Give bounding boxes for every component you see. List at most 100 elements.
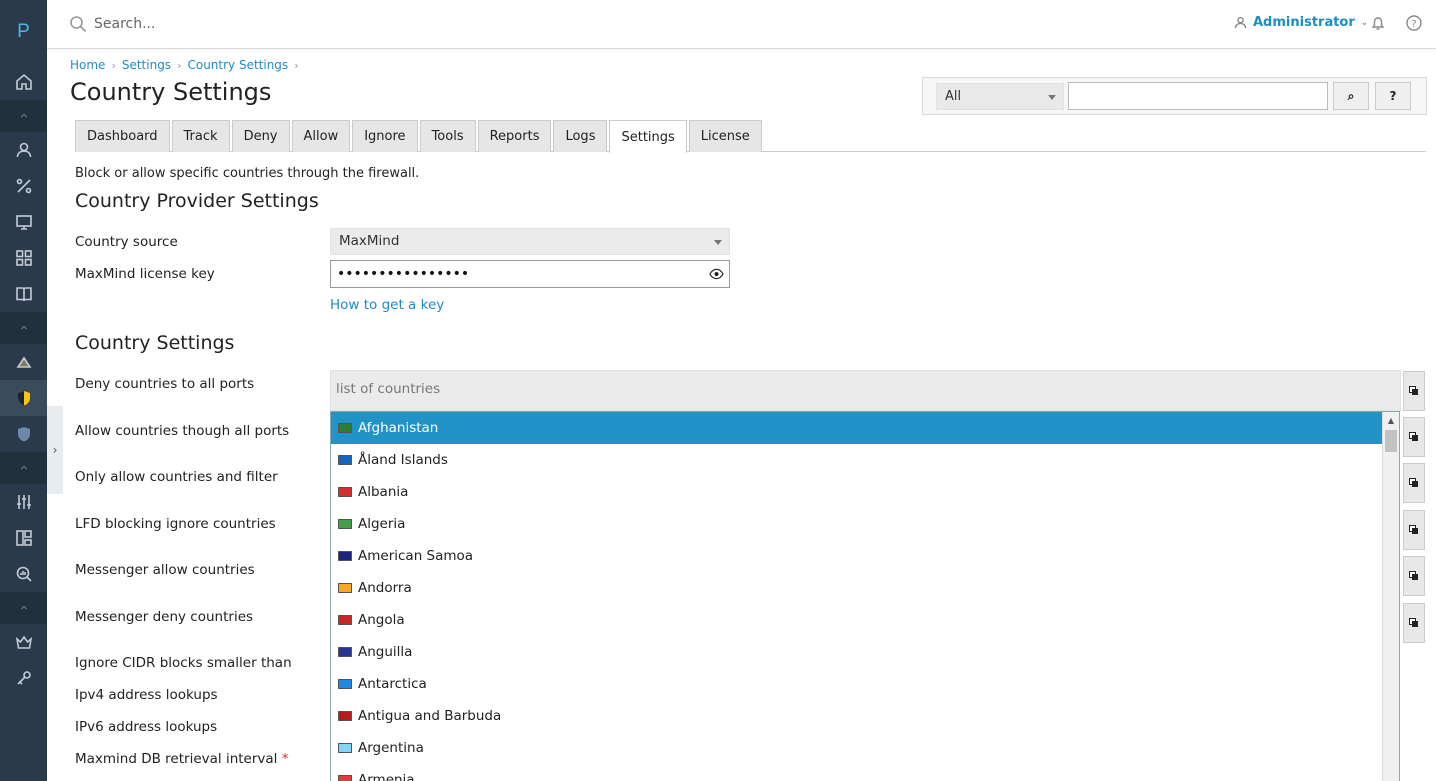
provider-heading: Country Provider Settings: [75, 190, 319, 212]
country-source-select[interactable]: MaxMind: [330, 228, 730, 255]
tab-settings[interactable]: Settings: [609, 120, 687, 153]
dropdown-scrollbar[interactable]: ▲: [1382, 412, 1399, 781]
country-option[interactable]: Anguilla: [331, 636, 1384, 668]
chevron-right-icon: ›: [111, 58, 116, 72]
chevron-down-icon: ⌄: [1360, 17, 1369, 28]
tab-license[interactable]: License: [688, 120, 762, 152]
shield-icon[interactable]: [0, 380, 47, 416]
copy-button[interactable]: [1403, 417, 1425, 457]
country-option[interactable]: Antigua and Barbuda: [331, 700, 1384, 732]
chevron-up-icon[interactable]: [0, 592, 47, 624]
country-option[interactable]: Afghanistan: [331, 412, 1384, 444]
grid-icon[interactable]: [0, 240, 47, 276]
blocks-icon[interactable]: [0, 520, 47, 556]
country-option-label: Anguilla: [358, 644, 413, 660]
country-option-label: Andorra: [358, 580, 412, 596]
flag-icon: [338, 455, 352, 465]
sliders-icon[interactable]: [0, 484, 47, 520]
country-option[interactable]: Argentina: [331, 732, 1384, 764]
tab-allow[interactable]: Allow: [291, 120, 351, 152]
monitor-icon[interactable]: [0, 204, 47, 240]
copy-button[interactable]: [1403, 603, 1425, 643]
notifications-icon[interactable]: [1369, 14, 1387, 32]
country-option[interactable]: Åland Islands: [331, 444, 1384, 476]
plugin-icon[interactable]: [0, 344, 47, 380]
tab-tools[interactable]: Tools: [419, 120, 476, 152]
copy-button[interactable]: [1403, 510, 1425, 550]
breadcrumb-settings[interactable]: Settings: [122, 58, 171, 72]
flag-icon: [338, 711, 352, 721]
country-option-label: Algeria: [358, 516, 406, 532]
chevron-up-icon[interactable]: [0, 312, 47, 344]
country-option[interactable]: American Samoa: [331, 540, 1384, 572]
top-bar: Administrator ⌄ ?: [47, 0, 1436, 49]
user-icon[interactable]: [0, 132, 47, 168]
messenger-deny-label: Messenger deny countries: [75, 609, 254, 625]
chevron-right-icon: ›: [294, 58, 299, 72]
filter-search-button[interactable]: ⌕: [1333, 82, 1369, 110]
license-key-input[interactable]: ••••••••••••••••: [330, 260, 730, 288]
country-option[interactable]: Albania: [331, 476, 1384, 508]
breadcrumb-home[interactable]: Home: [70, 58, 105, 72]
intro-text: Block or allow specific countries throug…: [75, 166, 420, 181]
eye-icon[interactable]: [709, 267, 724, 281]
sidebar-expand-toggle[interactable]: ›: [47, 406, 63, 494]
key-icon[interactable]: [0, 660, 47, 696]
country-option-label: Angola: [358, 612, 405, 628]
deny-countries-input[interactable]: list of countries: [330, 370, 1401, 411]
filter-select-value: All: [945, 89, 962, 104]
country-option-label: Antarctica: [358, 676, 427, 692]
tab-bar: Dashboard Track Deny Allow Ignore Tools …: [75, 120, 1426, 153]
user-menu[interactable]: Administrator ⌄: [1234, 15, 1368, 30]
scrollbar-thumb[interactable]: [1385, 430, 1397, 452]
copy-icon: [1409, 525, 1418, 534]
tab-logs[interactable]: Logs: [553, 120, 608, 152]
country-option[interactable]: Algeria: [331, 508, 1384, 540]
country-option-label: Argentina: [358, 740, 424, 756]
percent-icon[interactable]: [0, 168, 47, 204]
filter-search-input[interactable]: [1068, 82, 1328, 110]
scroll-up-icon[interactable]: ▲: [1383, 412, 1399, 428]
tab-dashboard[interactable]: Dashboard: [75, 120, 170, 152]
crown-icon[interactable]: [0, 624, 47, 660]
flag-icon: [338, 519, 352, 529]
copy-button[interactable]: [1403, 463, 1425, 503]
copy-button[interactable]: [1403, 371, 1425, 411]
country-source-label: Country source: [75, 234, 178, 250]
caret-down-icon: [714, 240, 722, 245]
ipv4-lookups-label: Ipv4 address lookups: [75, 687, 218, 703]
tab-deny[interactable]: Deny: [231, 120, 290, 152]
flag-icon: [338, 423, 352, 433]
global-search-input[interactable]: [94, 13, 594, 35]
search-stats-icon[interactable]: [0, 556, 47, 592]
breadcrumb-country-settings[interactable]: Country Settings: [187, 58, 288, 72]
how-to-get-key-link[interactable]: How to get a key: [330, 297, 444, 313]
filter-box: All ⌕ ?: [922, 77, 1427, 115]
tab-track[interactable]: Track: [171, 120, 230, 152]
breadcrumb: Home › Settings › Country Settings ›: [70, 58, 299, 72]
country-option[interactable]: Angola: [331, 604, 1384, 636]
license-key-label: MaxMind license key: [75, 266, 215, 282]
tab-ignore[interactable]: Ignore: [352, 120, 418, 152]
copy-icon: [1409, 478, 1418, 487]
country-option[interactable]: Armenia: [331, 764, 1384, 781]
flag-icon: [338, 487, 352, 497]
chevron-up-icon[interactable]: [0, 452, 47, 484]
filter-help-button[interactable]: ?: [1375, 82, 1411, 110]
shield-gray-icon[interactable]: [0, 416, 47, 452]
app-logo[interactable]: P: [0, 0, 47, 64]
chevron-up-icon[interactable]: [0, 100, 47, 132]
country-option-label: Albania: [358, 484, 409, 500]
deny-countries-label: Deny countries to all ports: [75, 376, 255, 392]
only-allow-countries-label: Only allow countries and filter: [75, 469, 278, 485]
svg-text:?: ?: [1411, 19, 1416, 30]
help-icon[interactable]: ?: [1405, 14, 1423, 32]
filter-select[interactable]: All: [936, 83, 1064, 110]
maxmind-interval-text: Maxmind DB retrieval interval: [75, 751, 278, 767]
book-icon[interactable]: [0, 276, 47, 312]
home-icon[interactable]: [0, 64, 47, 100]
country-option[interactable]: Antarctica: [331, 668, 1384, 700]
copy-button[interactable]: [1403, 556, 1425, 596]
country-option[interactable]: Andorra: [331, 572, 1384, 604]
tab-reports[interactable]: Reports: [477, 120, 552, 152]
